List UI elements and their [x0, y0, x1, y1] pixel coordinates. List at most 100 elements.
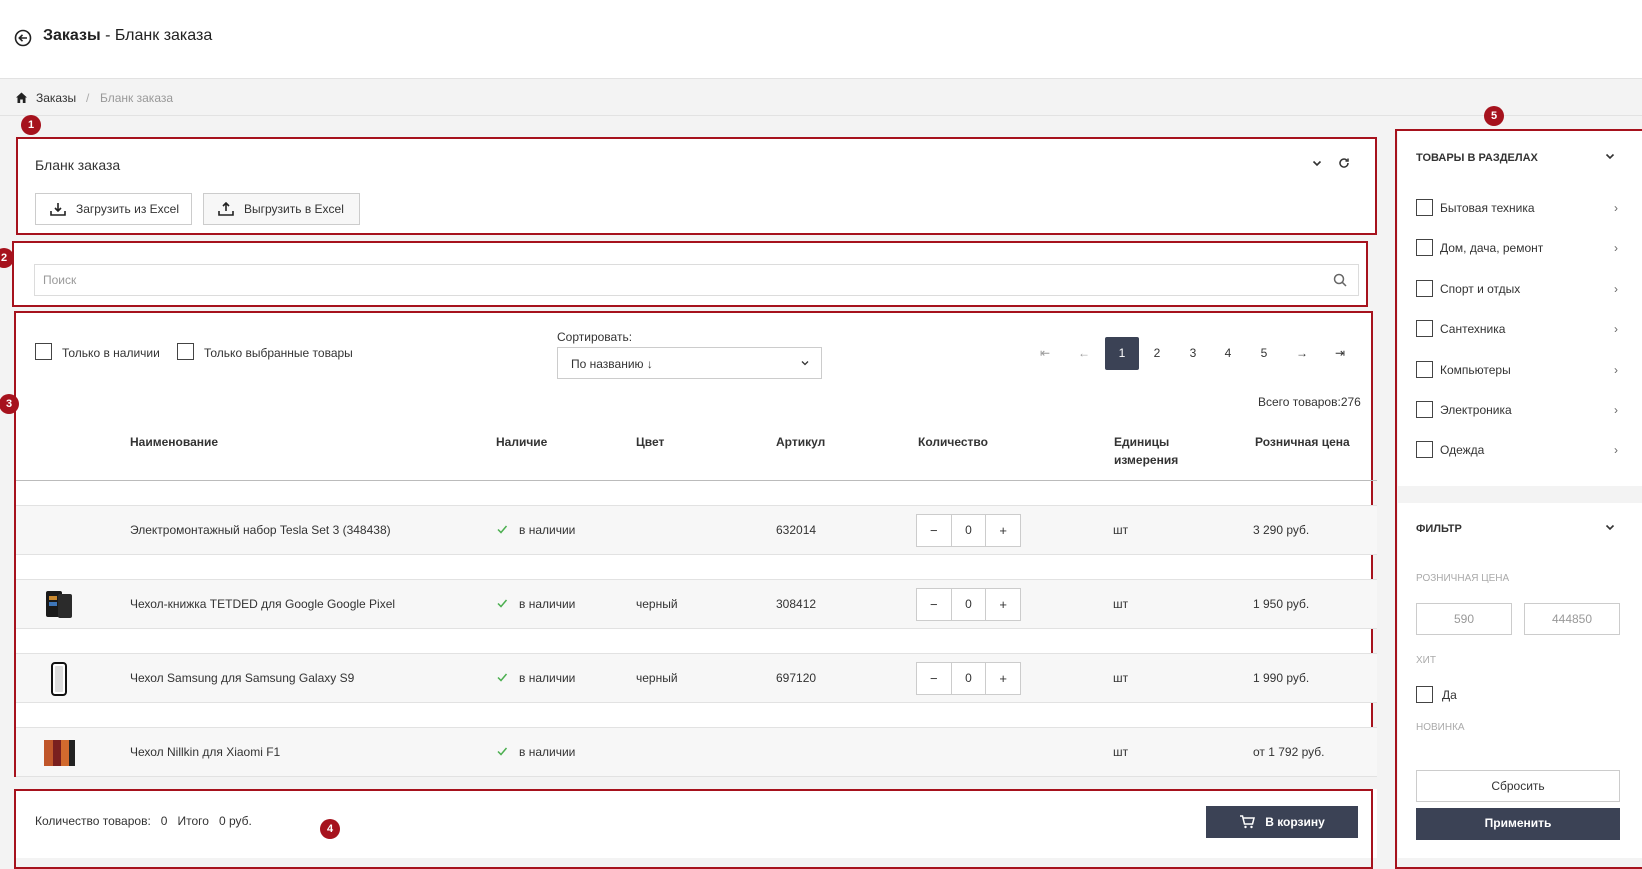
product-name[interactable]: Чехол Nillkin для Xiaomi F1	[130, 745, 280, 759]
product-name[interactable]: Чехол Samsung для Samsung Galaxy S9	[130, 671, 354, 685]
refresh-icon[interactable]	[1338, 157, 1350, 169]
category-item[interactable]: Компьютеры ›	[1416, 361, 1626, 381]
category-checkbox[interactable]	[1416, 280, 1433, 297]
category-checkbox[interactable]	[1416, 199, 1433, 216]
increase-button[interactable]: +	[986, 589, 1020, 620]
product-name[interactable]: Электромонтажный набор Tesla Set 3 (3484…	[130, 523, 391, 537]
category-checkbox[interactable]	[1416, 239, 1433, 256]
column-header-quantity[interactable]: Количество	[918, 433, 988, 451]
category-checkbox[interactable]	[1416, 401, 1433, 418]
increase-button[interactable]: +	[986, 663, 1020, 694]
column-header-sku[interactable]: Артикул	[776, 433, 825, 451]
marker-1: 1	[21, 115, 41, 135]
hit-filter-label: ХИТ	[1416, 655, 1436, 666]
selected-only-label: Только выбранные товары	[204, 346, 353, 360]
page-4-button[interactable]: 4	[1211, 337, 1245, 370]
column-header-stock[interactable]: Наличие	[496, 433, 547, 451]
price-filter-label: РОЗНИЧНАЯ ЦЕНА	[1416, 573, 1510, 584]
category-checkbox[interactable]	[1416, 320, 1433, 337]
category-item[interactable]: Бытовая техника ›	[1416, 199, 1626, 219]
table-row[interactable]: Чехол Samsung для Samsung Galaxy S9 в на…	[16, 653, 1377, 703]
category-label: Бытовая техника	[1440, 201, 1535, 215]
product-unit: шт	[1113, 523, 1129, 537]
column-header-color[interactable]: Цвет	[636, 433, 664, 451]
quantity-input[interactable]: 0	[950, 663, 987, 694]
category-label: Электроника	[1440, 403, 1512, 417]
home-icon[interactable]	[15, 91, 28, 104]
product-price: 1 990 руб.	[1253, 671, 1310, 685]
category-item[interactable]: Спорт и отдых ›	[1416, 280, 1626, 300]
chevron-right-icon: ›	[1614, 201, 1618, 215]
apply-filter-button[interactable]: Применить	[1416, 808, 1620, 840]
sections-title: ТОВАРЫ В РАЗДЕЛАХ	[1416, 152, 1538, 164]
table-row[interactable]: Чехол-книжка TETDED для Google Google Pi…	[16, 579, 1377, 629]
upload-icon	[50, 203, 66, 216]
category-item[interactable]: Дом, дача, ремонт ›	[1416, 239, 1626, 259]
product-name[interactable]: Чехол-книжка TETDED для Google Google Pi…	[130, 597, 395, 611]
page-last-button[interactable]: ⇥	[1323, 337, 1357, 370]
back-arrow-icon[interactable]	[14, 29, 32, 47]
checkmark-icon	[497, 599, 508, 608]
search-icon[interactable]	[1333, 273, 1347, 287]
page-1-button[interactable]: 1	[1105, 337, 1139, 370]
category-label: Сантехника	[1440, 322, 1506, 336]
selected-only-checkbox[interactable]	[177, 343, 194, 360]
breadcrumb-home-link[interactable]: Заказы	[36, 91, 76, 105]
product-unit: шт	[1113, 745, 1129, 759]
phone-case-thumbnail	[51, 662, 67, 696]
hit-checkbox[interactable]	[1416, 686, 1433, 703]
category-item[interactable]: Электроника ›	[1416, 401, 1626, 421]
stock-status: в наличии	[519, 597, 576, 611]
category-item[interactable]: Сантехника ›	[1416, 320, 1626, 340]
column-header-unit[interactable]: Единицы измерения	[1114, 433, 1194, 469]
quantity-stepper: − 0 +	[916, 514, 1021, 547]
price-min-input[interactable]: 590	[1416, 603, 1512, 635]
collapse-chevron-icon[interactable]	[1311, 157, 1323, 169]
column-header-price[interactable]: Розничная цена	[1255, 433, 1350, 451]
page-next-button[interactable]: →	[1285, 337, 1319, 370]
product-price: 1 950 руб.	[1253, 597, 1310, 611]
decrease-button[interactable]: −	[917, 515, 951, 546]
download-excel-label: Выгрузить в Excel	[244, 202, 344, 216]
top-bar: Заказы - Бланк заказа	[0, 0, 1642, 79]
decrease-button[interactable]: −	[917, 589, 951, 620]
column-header-name[interactable]: Наименование	[130, 433, 218, 451]
stock-status: в наличии	[519, 671, 576, 685]
category-label: Одежда	[1440, 443, 1485, 457]
chevron-right-icon: ›	[1614, 241, 1618, 255]
page-2-button[interactable]: 2	[1140, 337, 1174, 370]
quantity-input[interactable]: 0	[950, 589, 987, 620]
sort-select[interactable]: По названию ↓	[557, 347, 822, 379]
total-count: Всего товаров:276	[1258, 395, 1361, 409]
filter-chevron-icon[interactable]	[1604, 521, 1616, 533]
category-checkbox[interactable]	[1416, 361, 1433, 378]
search-input[interactable]	[34, 264, 1359, 296]
product-color: черный	[636, 597, 678, 611]
decrease-button[interactable]: −	[917, 663, 951, 694]
category-label: Спорт и отдых	[1440, 282, 1521, 296]
increase-button[interactable]: +	[986, 515, 1020, 546]
filter-title: ФИЛЬТР	[1416, 523, 1462, 535]
marker-5: 5	[1484, 106, 1504, 126]
page-title: Заказы - Бланк заказа	[43, 27, 213, 44]
wallet-case-thumbnail	[46, 591, 72, 618]
page-prev-button[interactable]: ←	[1067, 337, 1101, 370]
table-row[interactable]: Электромонтажный набор Tesla Set 3 (3484…	[16, 505, 1377, 555]
quantity-stepper: − 0 +	[916, 662, 1021, 695]
table-row[interactable]: Чехол Nillkin для Xiaomi F1 в наличии шт…	[16, 727, 1377, 777]
add-to-cart-button[interactable]: В корзину	[1206, 806, 1358, 838]
page-first-button[interactable]: ⇤	[1028, 337, 1062, 370]
reset-filter-button[interactable]: Сбросить	[1416, 770, 1620, 802]
category-item[interactable]: Одежда ›	[1416, 441, 1626, 461]
quantity-input[interactable]: 0	[950, 515, 987, 546]
in-stock-checkbox[interactable]	[35, 343, 52, 360]
download-excel-button[interactable]: Выгрузить в Excel	[203, 193, 360, 225]
category-checkbox[interactable]	[1416, 441, 1433, 458]
price-max-input[interactable]: 444850	[1524, 603, 1620, 635]
product-sku: 632014	[776, 523, 817, 537]
checkmark-icon	[497, 525, 508, 534]
page-3-button[interactable]: 3	[1176, 337, 1210, 370]
upload-excel-button[interactable]: Загрузить из Excel	[35, 193, 192, 225]
sections-chevron-icon[interactable]	[1604, 150, 1616, 162]
page-5-button[interactable]: 5	[1247, 337, 1281, 370]
